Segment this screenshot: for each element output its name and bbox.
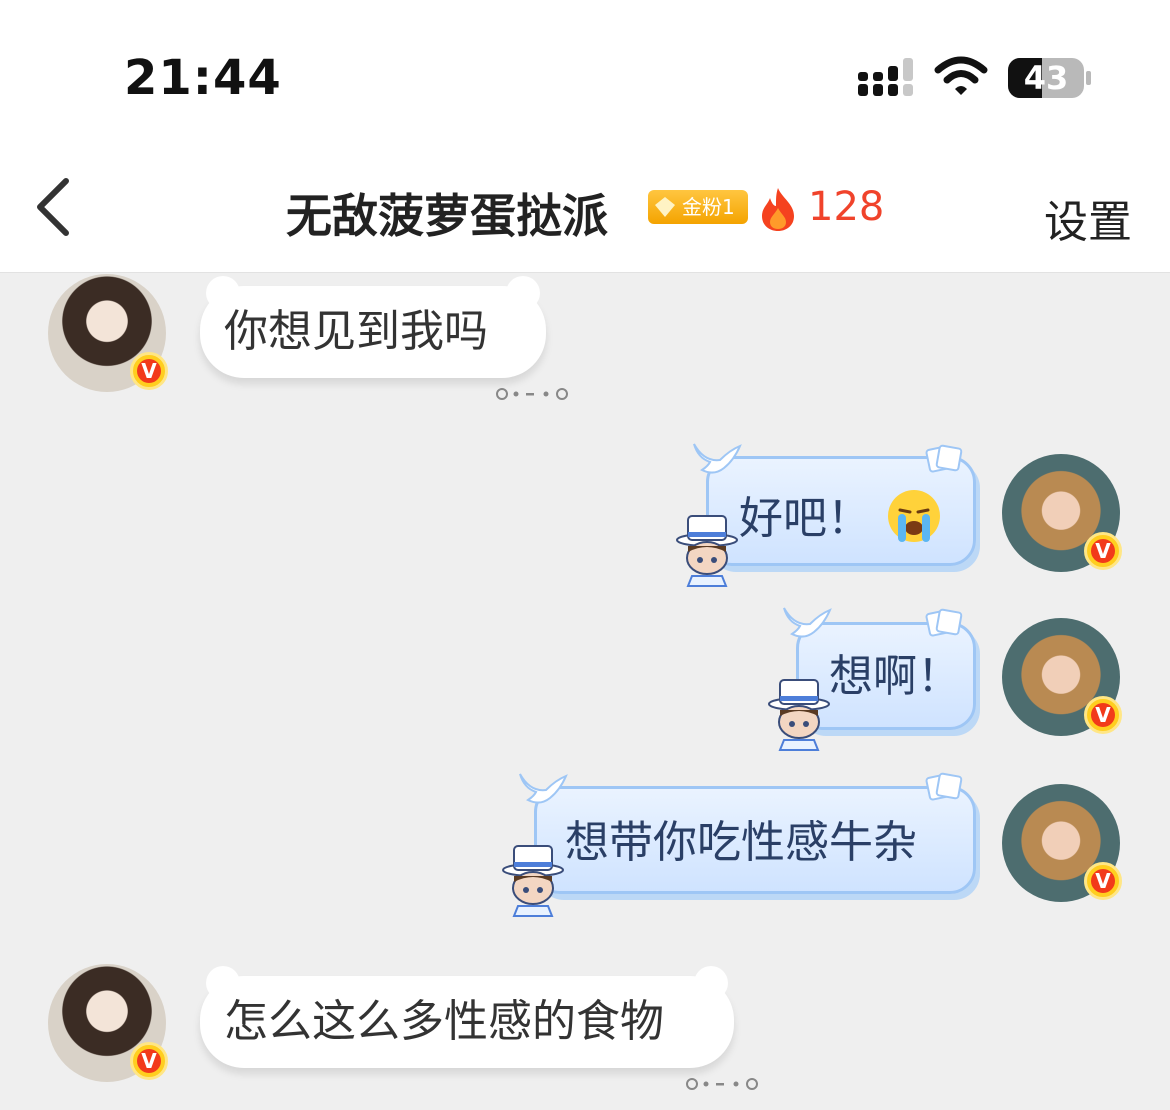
kaito-kid-sticker-icon bbox=[502, 845, 564, 917]
contact-avatar[interactable]: V bbox=[48, 964, 168, 1082]
read-dots-icon bbox=[686, 1078, 758, 1090]
dove-icon bbox=[783, 607, 832, 638]
incoming-message-bubble[interactable]: 你想见到我吗 bbox=[200, 276, 546, 378]
verified-badge-icon: V bbox=[130, 352, 168, 390]
dove-icon bbox=[519, 773, 568, 804]
message-text: 想啊！ bbox=[829, 651, 961, 702]
playing-cards-icon bbox=[925, 608, 963, 637]
message-text: 你想见到我吗 bbox=[224, 306, 488, 357]
kaito-kid-sticker-icon bbox=[768, 679, 830, 751]
heat-count: 128 bbox=[808, 184, 885, 230]
message-text: 想带你吃性感牛杂 bbox=[565, 817, 917, 868]
message-text: 好吧！ bbox=[739, 493, 871, 544]
outgoing-message-bubble[interactable]: 想带你吃性感牛杂 bbox=[534, 786, 976, 894]
verified-badge-icon: V bbox=[1084, 696, 1122, 734]
bubble-decoration bbox=[506, 276, 540, 310]
message-text: 怎么这么多性感的食物 bbox=[224, 996, 664, 1047]
playing-cards-icon bbox=[925, 772, 963, 801]
dove-icon bbox=[693, 443, 742, 474]
top-bar: 21:44 43 无敌菠萝蛋挞派 金粉1 128 设置 bbox=[0, 0, 1170, 273]
battery-icon: 43 bbox=[1008, 58, 1092, 98]
verified-badge-icon: V bbox=[130, 1042, 168, 1080]
bubble-decoration bbox=[206, 966, 240, 1000]
flame-icon bbox=[762, 188, 794, 231]
settings-button[interactable]: 设置 bbox=[1044, 186, 1132, 250]
my-avatar[interactable]: V bbox=[1002, 784, 1122, 902]
contact-avatar[interactable]: V bbox=[48, 274, 168, 392]
diamond-icon bbox=[655, 197, 675, 217]
chevron-left-icon[interactable] bbox=[30, 175, 78, 239]
battery-level: 43 bbox=[1023, 59, 1069, 97]
crying-face-emoji bbox=[888, 490, 940, 542]
fan-level-badge: 金粉1 bbox=[648, 190, 748, 224]
verified-badge-icon: V bbox=[1084, 532, 1122, 570]
verified-badge-icon: V bbox=[1084, 862, 1122, 900]
read-dots-icon bbox=[496, 388, 568, 400]
incoming-message-bubble[interactable]: 怎么这么多性感的食物 bbox=[200, 966, 734, 1068]
playing-cards-icon bbox=[925, 444, 963, 473]
bubble-decoration bbox=[694, 966, 728, 1000]
my-avatar[interactable]: V bbox=[1002, 454, 1122, 572]
bubble-decoration bbox=[206, 276, 240, 310]
status-time: 21:44 bbox=[124, 50, 282, 106]
cellular-signal-icon bbox=[858, 58, 913, 96]
kaito-kid-sticker-icon bbox=[676, 515, 738, 587]
my-avatar[interactable]: V bbox=[1002, 618, 1122, 736]
chat-title: 无敌菠萝蛋挞派 bbox=[286, 189, 608, 243]
wifi-icon bbox=[934, 56, 988, 95]
fan-level-label: 金粉1 bbox=[682, 195, 735, 219]
